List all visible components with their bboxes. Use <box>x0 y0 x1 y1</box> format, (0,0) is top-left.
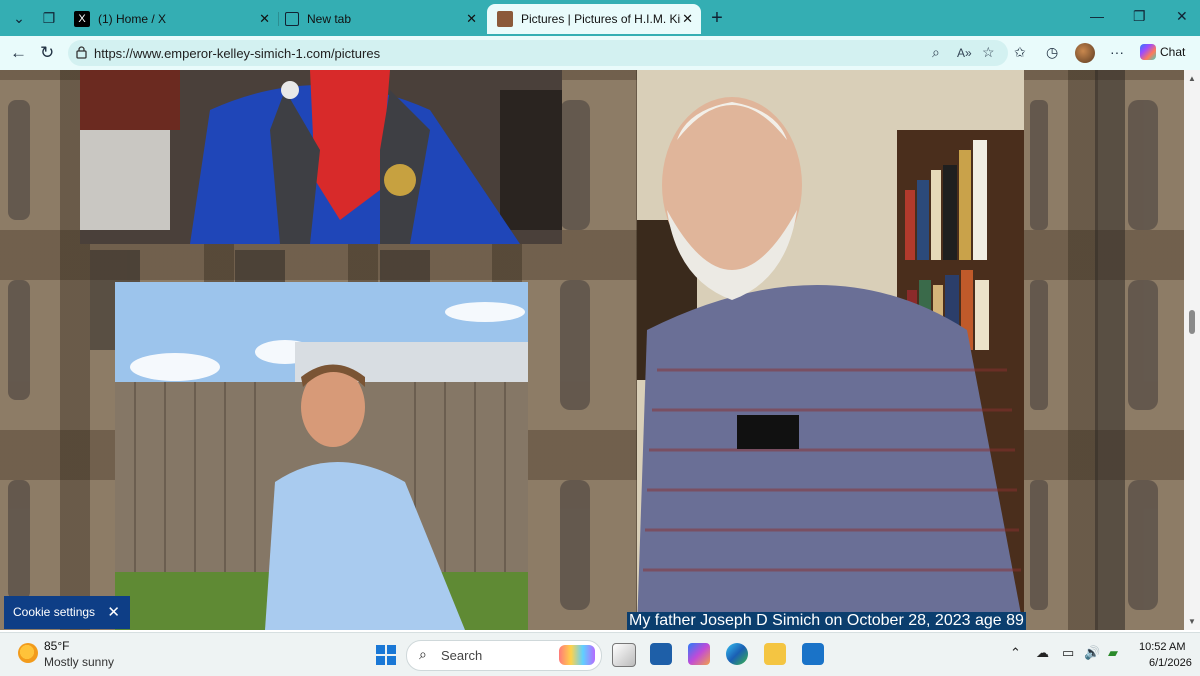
photo-man-by-fence <box>115 282 528 630</box>
tab-actions-chevron-icon[interactable]: ⌄ <box>6 7 32 29</box>
workspaces-icon[interactable]: ❐ <box>36 7 62 29</box>
show-hidden-icons-chevron-icon[interactable]: ⌃ <box>1010 645 1021 661</box>
taskbar-clock-time[interactable]: 10:52 AM <box>1139 641 1185 653</box>
scrollbar-thumb[interactable] <box>1189 310 1195 334</box>
profile-avatar[interactable] <box>1075 43 1095 63</box>
chat-label: Chat <box>1160 45 1186 59</box>
restore-icon[interactable]: ❐ <box>1133 8 1146 25</box>
navigation-bar: ← ↻ https://www.emperor-kelley-simich-1.… <box>0 36 1200 70</box>
page-content: My father Joseph D Simich on October 28,… <box>0 70 1184 630</box>
address-bar[interactable]: https://www.emperor-kelley-simich-1.com/… <box>68 40 1008 66</box>
weather-description[interactable]: Mostly sunny <box>44 655 114 669</box>
favorite-star-icon[interactable]: ☆ <box>982 44 995 61</box>
taskbar-clock-date[interactable]: 6/1/2026 <box>1149 657 1192 669</box>
tab-close-icon[interactable]: ✕ <box>682 11 693 27</box>
tab-pictures[interactable]: Pictures | Pictures of H.I.M. King Si ✕ <box>487 4 701 34</box>
cookie-settings-banner[interactable]: Cookie settings ✕ <box>4 596 130 629</box>
tab-close-icon[interactable]: ✕ <box>466 11 477 27</box>
start-button-windows-icon[interactable] <box>376 645 396 665</box>
scroll-down-arrow-icon[interactable]: ▼ <box>1188 617 1196 626</box>
photo-father-portrait <box>637 70 1024 630</box>
outlook-icon[interactable] <box>802 643 824 665</box>
sync-status-icon[interactable]: ☁ <box>1036 645 1049 661</box>
tab-close-icon[interactable]: ✕ <box>259 11 270 27</box>
scroll-up-arrow-icon[interactable]: ▲ <box>1188 74 1196 83</box>
read-aloud-icon[interactable]: A» <box>957 46 972 60</box>
search-icon: ⌕ <box>419 646 427 662</box>
refresh-icon[interactable]: ↻ <box>40 42 54 64</box>
tab-new-tab[interactable]: New tab ✕ <box>275 4 485 34</box>
task-view-icon[interactable] <box>612 643 636 667</box>
favorites-icon[interactable]: ✩ <box>1014 44 1026 61</box>
photo-man-blue-jacket <box>80 70 562 244</box>
browser-tab-strip: ⌄ ❐ X (1) Home / X ✕ New tab ✕ Pictures … <box>0 0 1200 36</box>
history-icon[interactable]: ◷ <box>1046 44 1058 61</box>
more-options-icon[interactable]: ··· <box>1110 44 1124 60</box>
lock-icon[interactable] <box>76 46 87 59</box>
tab-x-home[interactable]: X (1) Home / X ✕ <box>64 4 278 34</box>
new-tab-plus-icon[interactable]: + <box>704 7 730 29</box>
network-icon[interactable]: ▭ <box>1062 645 1074 661</box>
photo-caption: My father Joseph D Simich on October 28,… <box>627 612 1026 630</box>
new-tab-page-icon <box>285 12 299 26</box>
sun-weather-icon[interactable] <box>18 643 38 663</box>
minimize-icon[interactable]: — <box>1090 8 1104 24</box>
copilot-chat-button[interactable]: Chat <box>1140 44 1185 60</box>
microsoft-store-icon[interactable] <box>650 643 672 665</box>
url-text[interactable]: https://www.emperor-kelley-simich-1.com/… <box>94 46 380 61</box>
site-favicon-icon <box>497 11 513 27</box>
close-window-icon[interactable]: ✕ <box>1176 8 1188 25</box>
tab-title: Pictures | Pictures of H.I.M. King Si <box>521 12 681 26</box>
copilot-icon <box>1140 44 1156 60</box>
search-highlight-icon <box>559 645 595 665</box>
file-explorer-icon[interactable] <box>764 643 786 665</box>
tab-title: New tab <box>307 12 352 26</box>
taskbar-search-box[interactable]: ⌕ Search <box>406 640 602 671</box>
battery-icon[interactable]: ▰ <box>1108 645 1118 661</box>
edge-browser-icon[interactable] <box>726 643 748 665</box>
back-arrow-icon[interactable]: ← <box>10 42 27 64</box>
zoom-search-icon[interactable]: ⌕ <box>932 44 940 61</box>
microsoft-365-icon[interactable] <box>688 643 710 665</box>
cookie-settings-label[interactable]: Cookie settings <box>13 605 95 619</box>
weather-temperature[interactable]: 85°F <box>44 639 69 653</box>
tab-title: (1) Home / X <box>98 12 167 26</box>
volume-icon[interactable]: 🔊 <box>1084 645 1100 661</box>
x-logo-icon: X <box>74 11 90 27</box>
windows-taskbar: 85°F Mostly sunny ⌕ Search ⌃ ☁ ▭ 🔊 ▰ 10:… <box>0 632 1200 676</box>
search-placeholder: Search <box>441 648 483 663</box>
cookie-close-icon[interactable]: ✕ <box>107 603 120 621</box>
vertical-scrollbar[interactable]: ▲ ▼ <box>1184 70 1200 630</box>
